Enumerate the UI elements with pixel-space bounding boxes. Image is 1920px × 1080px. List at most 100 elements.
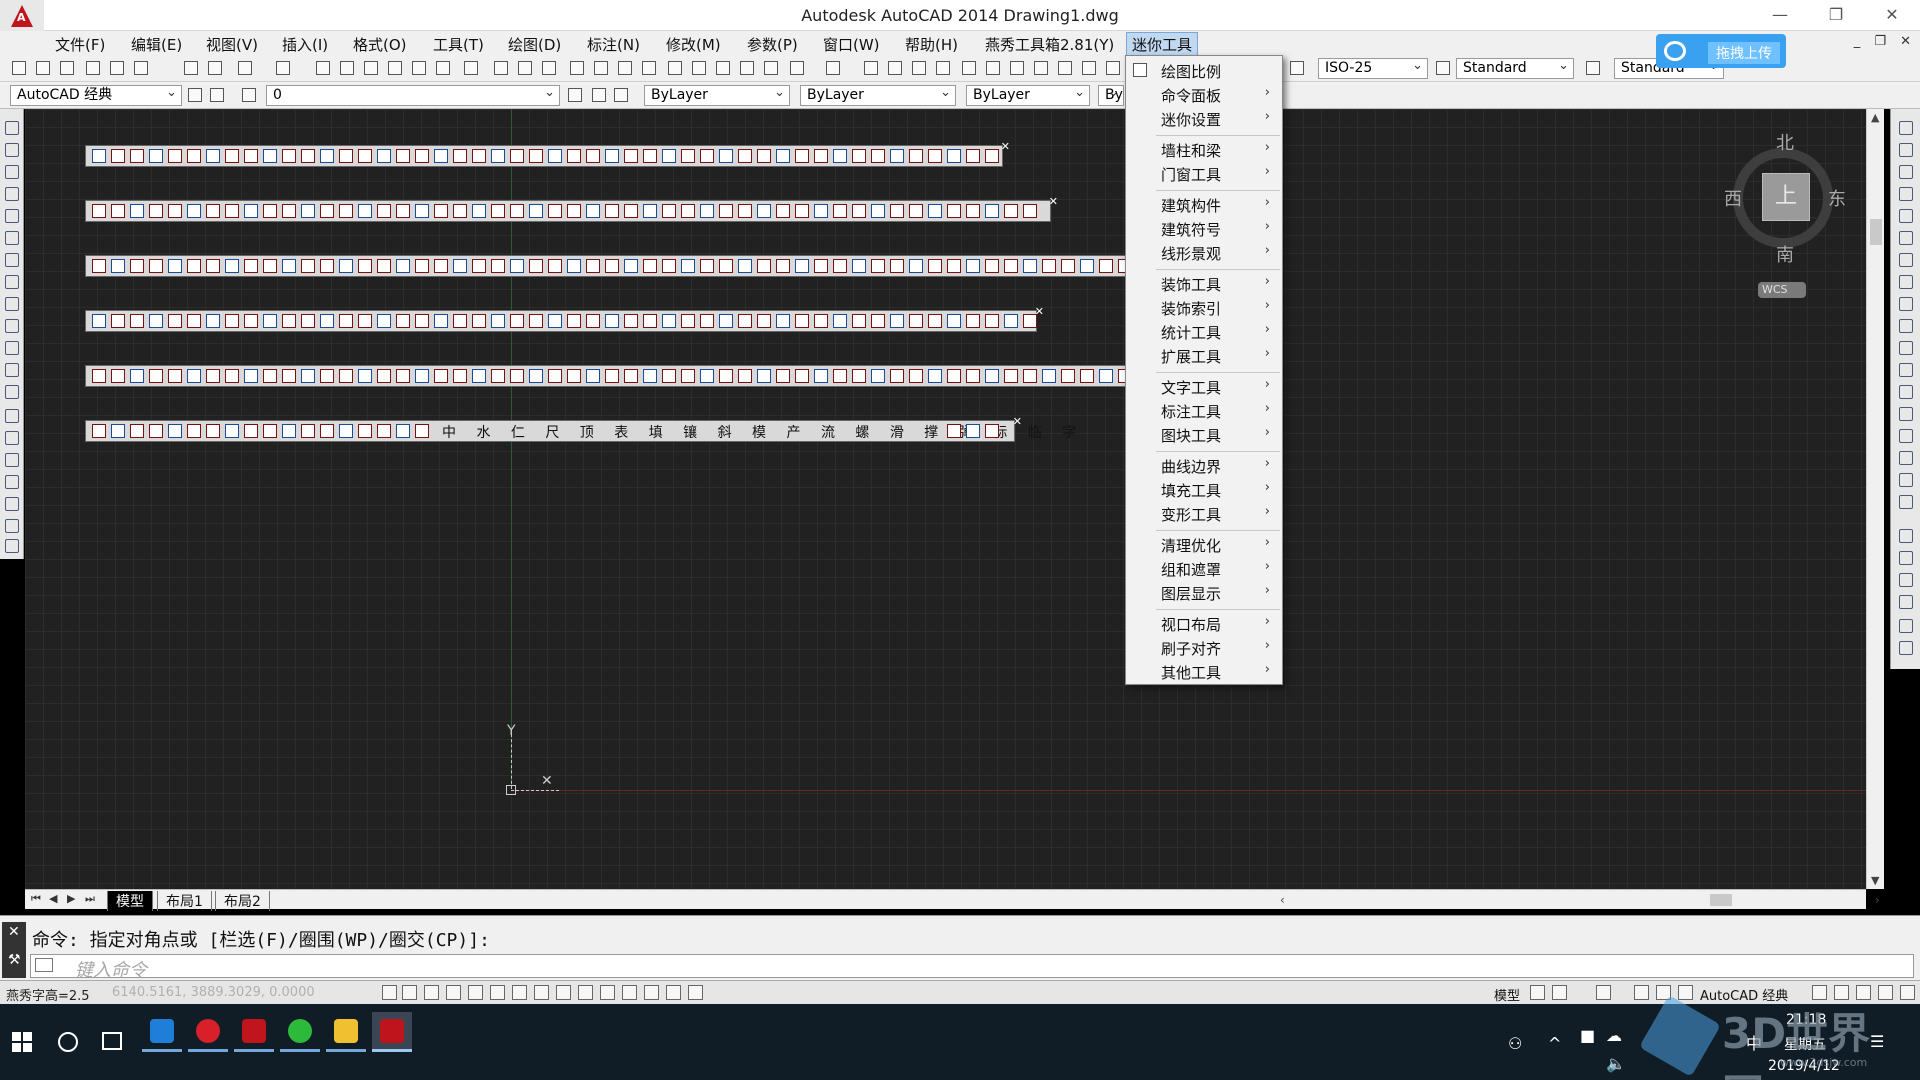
custom-tool-icon[interactable] — [320, 149, 334, 163]
custom-tool-icon[interactable] — [814, 314, 828, 328]
menu-item-cleanup-optimize[interactable]: 清理优化 › — [1126, 533, 1282, 555]
custom-tool-icon[interactable] — [624, 259, 638, 273]
calculator-icon[interactable] — [436, 61, 450, 75]
custom-tool-icon[interactable] — [795, 204, 809, 218]
custom-tool-icon[interactable] — [263, 424, 277, 438]
custom-tool-icon[interactable] — [168, 369, 182, 383]
point-icon[interactable] — [5, 409, 19, 423]
scroll-up-icon[interactable]: ▲ — [1871, 111, 1879, 124]
custom-tool-icon[interactable] — [662, 149, 676, 163]
menu-item-brush-align[interactable]: 刷子对齐 › — [1126, 636, 1282, 658]
workspace-select[interactable]: AutoCAD 经典 — [10, 85, 182, 106]
custom-tool-icon[interactable] — [795, 149, 809, 163]
solidworks-app-icon[interactable] — [234, 1012, 274, 1052]
custom-tool-icon[interactable] — [282, 204, 296, 218]
menu-item-building-symbols[interactable]: 建筑符号 › — [1126, 217, 1282, 239]
custom-tool-icon[interactable] — [263, 204, 277, 218]
custom-tool-icon[interactable] — [681, 204, 695, 218]
custom-tool-icon[interactable] — [453, 369, 467, 383]
layer-select[interactable]: 0 — [266, 85, 560, 106]
menu-item-curve-boundary[interactable]: 曲线边界 › — [1126, 454, 1282, 476]
custom-tool-icon[interactable] — [624, 314, 638, 328]
custom-tool-icon[interactable] — [909, 314, 923, 328]
menu-item-viewport-layout[interactable]: 视口布局 › — [1126, 612, 1282, 634]
custom-tool-icon[interactable] — [928, 204, 942, 218]
custom-tool-icon[interactable] — [966, 204, 980, 218]
3d-osnap-icon[interactable] — [512, 985, 527, 1000]
custom-tool-icon[interactable] — [1004, 259, 1018, 273]
custom-tool-icon[interactable] — [263, 369, 277, 383]
custom-tool-icon[interactable] — [111, 204, 125, 218]
custom-tool-icon[interactable] — [871, 314, 885, 328]
undo-icon[interactable] — [238, 61, 252, 75]
custom-tool-icon[interactable] — [320, 424, 334, 438]
tablestyle-icon[interactable] — [1586, 61, 1600, 75]
custom-tool-icon[interactable] — [985, 204, 999, 218]
custom-tool-icon[interactable] — [92, 259, 106, 273]
tray-app-icon[interactable]: ■ — [1580, 1026, 1595, 1045]
object-snap-icon[interactable] — [490, 985, 505, 1000]
custom-tool-icon[interactable] — [966, 259, 980, 273]
custom-tool-icon[interactable] — [586, 259, 600, 273]
rotate-icon[interactable] — [1899, 253, 1913, 267]
line-icon[interactable] — [5, 121, 19, 135]
help-icon[interactable] — [464, 61, 478, 75]
compass-east[interactable]: 东 — [1828, 185, 1846, 211]
layer-previous-icon[interactable] — [592, 88, 606, 102]
custom-tool-icon[interactable] — [757, 314, 771, 328]
compass-west[interactable]: 西 — [1724, 185, 1742, 211]
menu-item-linear-landscape[interactable]: 线形景观 › — [1126, 241, 1282, 263]
cut-icon-2[interactable] — [668, 61, 682, 75]
custom-tool-icon[interactable] — [700, 149, 714, 163]
custom-tool-icon[interactable] — [738, 259, 752, 273]
custom-tool-icon[interactable] — [871, 149, 885, 163]
compass-north[interactable]: 北 — [1776, 129, 1794, 155]
custom-tool-icon[interactable] — [339, 149, 353, 163]
menu-mini-tools[interactable]: 迷你工具 — [1126, 32, 1199, 57]
custom-tool-icon[interactable] — [149, 369, 163, 383]
menu-item-block-tools[interactable]: 图块工具 › — [1126, 423, 1282, 445]
custom-tool-icon[interactable] — [738, 204, 752, 218]
custom-tool-icon[interactable] — [434, 314, 448, 328]
menu-item-walls-columns-beams[interactable]: 墙柱和梁 › — [1126, 138, 1282, 160]
custom-tool-icon[interactable] — [225, 369, 239, 383]
join-icon[interactable] — [1899, 407, 1913, 421]
design-center-icon[interactable] — [340, 61, 354, 75]
zoom-previous-icon[interactable] — [936, 61, 950, 75]
custom-tool-icon[interactable] — [472, 259, 486, 273]
custom-tool-icon[interactable] — [396, 149, 410, 163]
floating-toolbar-1[interactable]: ✕ — [85, 140, 1010, 167]
custom-tool-icon[interactable] — [396, 204, 410, 218]
make-block-icon[interactable] — [5, 385, 19, 399]
custom-tool-icon[interactable] — [491, 204, 505, 218]
close-button[interactable]: ✕ — [1864, 0, 1920, 31]
custom-tool-icon[interactable] — [795, 314, 809, 328]
custom-tool-icon[interactable] — [206, 204, 220, 218]
custom-tool-icon[interactable] — [168, 204, 182, 218]
custom-tool-icon[interactable] — [966, 369, 980, 383]
annotation-monitor-icon[interactable] — [688, 985, 703, 1000]
custom-tool-icon[interactable] — [1061, 369, 1075, 383]
custom-tool-icon[interactable] — [92, 204, 106, 218]
blend-curves-icon[interactable] — [1899, 473, 1913, 487]
open-icon-2[interactable] — [518, 61, 532, 75]
custom-tool-icon[interactable] — [852, 369, 866, 383]
arc-icon[interactable] — [5, 231, 19, 245]
offset-icon[interactable] — [1899, 187, 1913, 201]
copy-object-icon[interactable] — [1899, 143, 1913, 157]
custom-tool-icon[interactable] — [472, 369, 486, 383]
custom-tool-icon[interactable] — [491, 314, 505, 328]
drag-upload-button[interactable]: 拖拽上传 — [1656, 34, 1786, 68]
custom-tool-icon[interactable] — [966, 149, 980, 163]
plot-icon-2[interactable] — [570, 61, 584, 75]
custom-tool-icon[interactable] — [187, 259, 201, 273]
custom-tool-icon[interactable] — [985, 314, 999, 328]
custom-tool-icon[interactable] — [130, 369, 144, 383]
custom-tool-icon[interactable] — [776, 259, 790, 273]
onedrive-icon[interactable]: ☁ — [1606, 1026, 1622, 1045]
custom-tool-icon[interactable] — [814, 369, 828, 383]
custom-tool-icon[interactable] — [396, 314, 410, 328]
custom-tool-icon[interactable] — [548, 314, 562, 328]
add-selected-icon[interactable] — [5, 539, 19, 553]
revision-cloud-icon[interactable] — [5, 275, 19, 289]
